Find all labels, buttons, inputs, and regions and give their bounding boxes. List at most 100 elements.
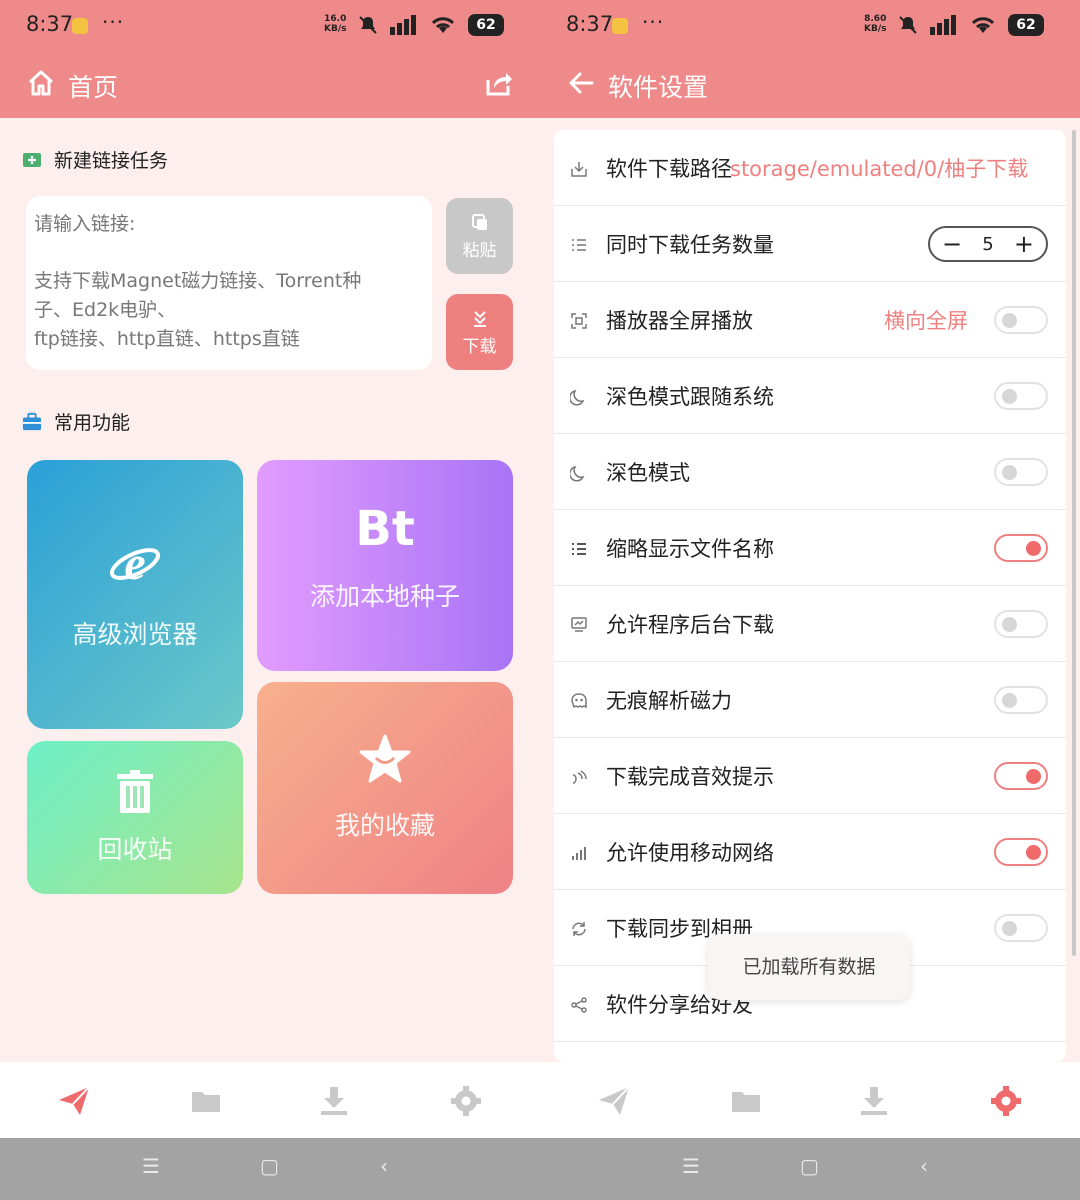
setting-incognito-magnet: 无痕解析磁力: [554, 662, 1066, 738]
completion-sound-toggle[interactable]: [994, 762, 1048, 790]
wifi-icon: [971, 17, 995, 33]
sync-icon: [572, 922, 586, 936]
bt-glyph: Bt: [355, 500, 415, 557]
setting-background-download: 允许程序后台下载: [554, 586, 1066, 662]
star-icon: [359, 734, 411, 783]
folder-icon[interactable]: [728, 1084, 764, 1118]
settings-list: 软件下载路径 storage/emulated/0/柚子下载 同时下载任务数量 …: [554, 130, 1066, 1062]
toggle-knob: [1002, 693, 1017, 708]
ie-browser-icon: e: [109, 539, 161, 589]
back-arrow-icon[interactable]: [566, 68, 596, 98]
trash-icon: [117, 769, 153, 813]
bottom-navigation: [0, 1062, 540, 1138]
dark-mode-toggle[interactable]: [994, 458, 1048, 486]
monitor-icon: [571, 617, 587, 632]
sync-album-toggle[interactable]: [994, 914, 1048, 942]
status-time: 8:37: [566, 12, 614, 36]
network-speed-unit: KB/s: [864, 24, 887, 34]
link-input[interactable]: 请输入链接: 支持下载Magnet磁力链接、Torrent种 子、Ed2k电驴、…: [26, 196, 432, 370]
setting-label: 深色模式: [606, 461, 690, 485]
setting-label: 同时下载任务数量: [606, 233, 774, 257]
settings-screen: 8:37 ··· 8.60 KB/s 62 软件设置 软件下载路径 storag…: [540, 0, 1080, 1200]
download-button-label: 下载: [462, 336, 497, 357]
paste-button[interactable]: 粘贴: [446, 198, 513, 274]
new-task-heading: 新建链接任务: [22, 146, 168, 173]
app-bar: 首页: [0, 52, 540, 118]
setting-mobile-network: 允许使用移动网络: [554, 814, 1066, 890]
recycle-bin-tile[interactable]: 回收站: [27, 741, 243, 894]
wifi-icon: [431, 17, 455, 33]
setting-dark-follow-system: 深色模式跟随系统: [554, 358, 1066, 434]
fullscreen-icon: [571, 313, 587, 329]
advanced-browser-tile[interactable]: e 高级浏览器: [27, 460, 243, 729]
send-icon[interactable]: [56, 1084, 92, 1118]
setting-download-path[interactable]: 软件下载路径 storage/emulated/0/柚子下载: [554, 130, 1066, 206]
toggle-knob: [1026, 541, 1041, 556]
back-button[interactable]: ‹: [380, 1154, 388, 1178]
functions-heading: 常用功能: [22, 408, 130, 435]
signal-icon: [930, 15, 956, 35]
download-icon[interactable]: [316, 1084, 352, 1118]
download-icon[interactable]: [856, 1084, 892, 1118]
paste-button-label: 粘贴: [462, 240, 497, 261]
toggle-knob: [1002, 465, 1017, 480]
toggle-knob: [1026, 769, 1041, 784]
download-tray-icon: [571, 162, 587, 177]
status-bar: 8:37 ··· 16.0 KB/s 62: [0, 0, 540, 52]
network-speed: 16.0 KB/s: [324, 14, 346, 34]
network-speed: 8.60 KB/s: [864, 14, 886, 34]
setting-completion-sound: 下载完成音效提示: [554, 738, 1066, 814]
download-button[interactable]: 下载: [446, 294, 513, 370]
settings-gear-icon[interactable]: [988, 1084, 1024, 1118]
system-navigation: ☰ ▢ ‹: [0, 1138, 540, 1200]
home-button[interactable]: ▢: [260, 1154, 279, 1178]
network-speed-value: 8.60: [864, 14, 887, 24]
recents-button[interactable]: ☰: [142, 1154, 160, 1178]
page-title: 软件设置: [608, 73, 709, 102]
toggle-knob: [1026, 845, 1041, 860]
favorites-tile[interactable]: 我的收藏: [257, 682, 513, 894]
mobile-network-toggle[interactable]: [994, 838, 1048, 866]
setting-label: 允许程序后台下载: [606, 613, 774, 637]
status-time: 8:37: [26, 12, 74, 36]
background-download-toggle[interactable]: [994, 610, 1048, 638]
network-speed-value: 16.0: [324, 14, 347, 24]
settings-gear-icon[interactable]: [448, 1084, 484, 1118]
sound-icon: [572, 770, 587, 784]
link-input-hint-3: ftp链接、http直链、https直链: [34, 328, 300, 350]
home-icon[interactable]: [26, 68, 56, 98]
toggle-knob: [1002, 921, 1017, 936]
share-nodes-icon: [571, 997, 587, 1013]
thumbnail-name-toggle[interactable]: [994, 534, 1048, 562]
share-icon[interactable]: [484, 68, 514, 98]
home-screen: 8:37 ··· 16.0 KB/s 62 首页 新建链接任务 请输入链接: 支…: [0, 0, 540, 1200]
fullscreen-mode-value[interactable]: 横向全屏: [884, 305, 968, 335]
folder-icon[interactable]: [188, 1084, 224, 1118]
battery-icon: 62: [1008, 14, 1044, 36]
recents-button[interactable]: ☰: [682, 1154, 700, 1178]
fullscreen-toggle[interactable]: [994, 306, 1048, 334]
stepper-decrement-button[interactable]: −: [942, 232, 962, 256]
setting-dark-mode: 深色模式: [554, 434, 1066, 510]
status-icons: 62: [358, 14, 504, 36]
home-button[interactable]: ▢: [800, 1154, 819, 1178]
dark-follow-toggle[interactable]: [994, 382, 1048, 410]
back-button[interactable]: ‹: [920, 1154, 928, 1178]
setting-label: 缩略显示文件名称: [606, 537, 774, 561]
link-input-placeholder: 请输入链接:: [34, 213, 136, 235]
stepper-increment-button[interactable]: +: [1014, 232, 1034, 256]
add-local-torrent-tile[interactable]: Bt 添加本地种子: [257, 460, 513, 671]
toggle-knob: [1002, 313, 1017, 328]
bottom-navigation: [540, 1062, 1080, 1138]
toast-message: 已加载所有数据: [708, 934, 910, 1000]
setting-label: 播放器全屏播放: [606, 309, 753, 333]
favorites-label: 我的收藏: [334, 811, 435, 840]
incognito-icon: [571, 693, 587, 709]
incognito-toggle[interactable]: [994, 686, 1048, 714]
svg-text:e: e: [124, 539, 145, 589]
scrollbar[interactable]: [1072, 130, 1076, 956]
weibo-notification-icon: [72, 18, 88, 34]
send-icon[interactable]: [596, 1084, 632, 1118]
setting-label: 下载完成音效提示: [606, 765, 774, 789]
download-path-value: storage/emulated/0/柚子下载: [730, 157, 1029, 181]
